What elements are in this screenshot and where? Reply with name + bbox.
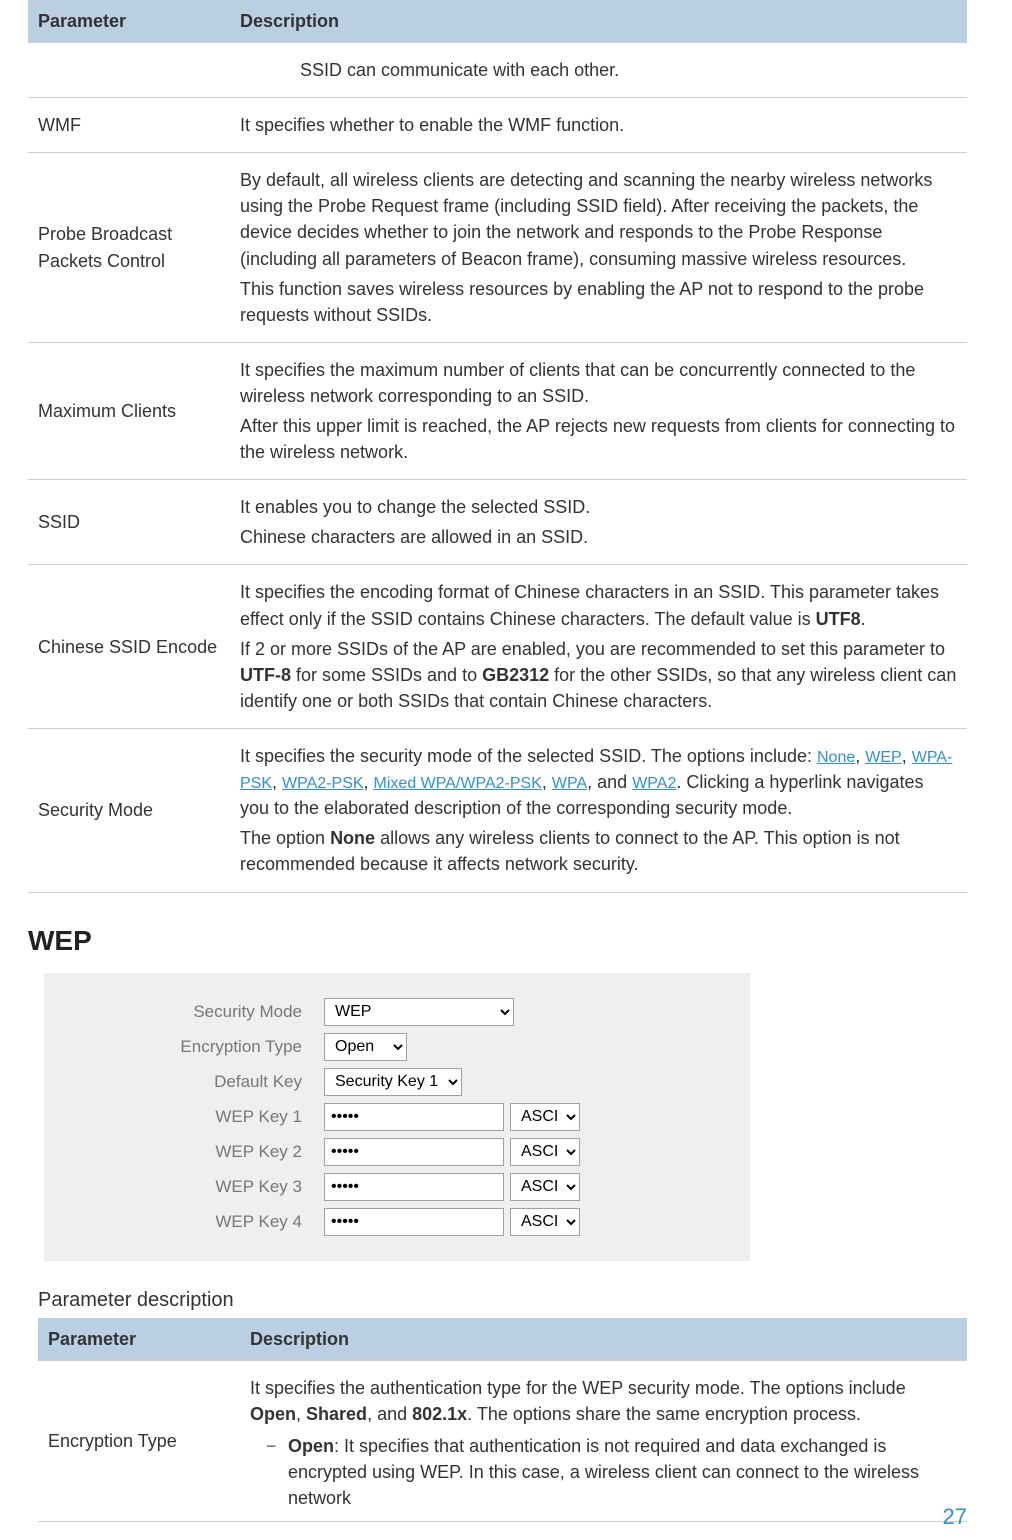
cell-desc: It specifies the authentication type for… xyxy=(240,1360,967,1521)
label-wep-key-2: WEP Key 2 xyxy=(54,1142,324,1162)
select-security-mode[interactable]: WEP xyxy=(324,998,514,1026)
cell-desc: It specifies the security mode of the se… xyxy=(230,728,967,892)
select-wep-key-3-type[interactable]: ASCII xyxy=(510,1173,580,1201)
label-security-mode: Security Mode xyxy=(54,1002,324,1022)
cell-param xyxy=(28,43,230,98)
page-number: 27 xyxy=(943,1504,967,1530)
cell-param: Maximum Clients xyxy=(28,342,230,479)
cell-desc: By default, all wireless clients are det… xyxy=(230,153,967,343)
link-security-wpa[interactable]: WPA xyxy=(552,775,587,792)
parameter-table-2: Parameter Description Encryption Type It… xyxy=(38,1318,967,1523)
link-security-none[interactable]: None xyxy=(817,749,855,766)
label-encryption-type: Encryption Type xyxy=(54,1037,324,1057)
table-row: Probe Broadcast Packets Control By defau… xyxy=(28,153,967,343)
table-row: Security Mode It specifies the security … xyxy=(28,728,967,892)
link-security-wpa2-psk[interactable]: WPA2-PSK xyxy=(282,775,364,792)
wep-settings-panel: Security Mode WEP Encryption Type Open D… xyxy=(44,973,750,1261)
th-description: Description xyxy=(230,0,967,43)
select-encryption-type[interactable]: Open xyxy=(324,1033,407,1061)
cell-param: Security Mode xyxy=(28,728,230,892)
input-wep-key-2[interactable] xyxy=(324,1138,504,1166)
select-default-key[interactable]: Security Key 1 xyxy=(324,1068,462,1096)
label-default-key: Default Key xyxy=(54,1072,324,1092)
input-wep-key-3[interactable] xyxy=(324,1173,504,1201)
subheading-param-desc: Parameter description xyxy=(38,1289,967,1312)
cell-desc: It specifies the encoding format of Chin… xyxy=(230,565,967,728)
table-row: Encryption Type It specifies the authent… xyxy=(38,1360,967,1521)
select-wep-key-2-type[interactable]: ASCII xyxy=(510,1138,580,1166)
input-wep-key-4[interactable] xyxy=(324,1208,504,1236)
select-wep-key-1-type[interactable]: ASCII xyxy=(510,1103,580,1131)
link-security-mixed[interactable]: Mixed WPA/WPA2-PSK xyxy=(374,775,542,792)
dash-icon: − xyxy=(266,1433,288,1459)
wep-heading: WEP xyxy=(28,925,967,957)
cell-param: WMF xyxy=(28,98,230,153)
cell-desc: It specifies the maximum number of clien… xyxy=(230,342,967,479)
select-wep-key-4-type[interactable]: ASCII xyxy=(510,1208,580,1236)
cell-desc: It specifies whether to enable the WMF f… xyxy=(230,98,967,153)
cell-param: Chinese SSID Encode xyxy=(28,565,230,728)
th-parameter: Parameter xyxy=(28,0,230,43)
link-security-wep[interactable]: WEP xyxy=(865,749,901,766)
label-wep-key-3: WEP Key 3 xyxy=(54,1177,324,1197)
label-wep-key-1: WEP Key 1 xyxy=(54,1107,324,1127)
cell-desc: SSID can communicate with each other. xyxy=(230,43,967,98)
table-row: Maximum Clients It specifies the maximum… xyxy=(28,342,967,479)
table-row: SSID It enables you to change the select… xyxy=(28,480,967,565)
label-wep-key-4: WEP Key 4 xyxy=(54,1212,324,1232)
table-row: Chinese SSID Encode It specifies the enc… xyxy=(28,565,967,728)
th-parameter-2: Parameter xyxy=(38,1318,240,1361)
link-security-wpa2[interactable]: WPA2 xyxy=(632,775,676,792)
th-description-2: Description xyxy=(240,1318,967,1361)
cell-desc: It enables you to change the selected SS… xyxy=(230,480,967,565)
cell-param: SSID xyxy=(28,480,230,565)
cell-param: Encryption Type xyxy=(38,1360,240,1521)
table-row: WMF It specifies whether to enable the W… xyxy=(28,98,967,153)
cell-param: Probe Broadcast Packets Control xyxy=(28,153,230,343)
input-wep-key-1[interactable] xyxy=(324,1103,504,1131)
table-row: SSID can communicate with each other. xyxy=(28,43,967,98)
parameter-table-1: Parameter Description SSID can communica… xyxy=(28,0,967,893)
